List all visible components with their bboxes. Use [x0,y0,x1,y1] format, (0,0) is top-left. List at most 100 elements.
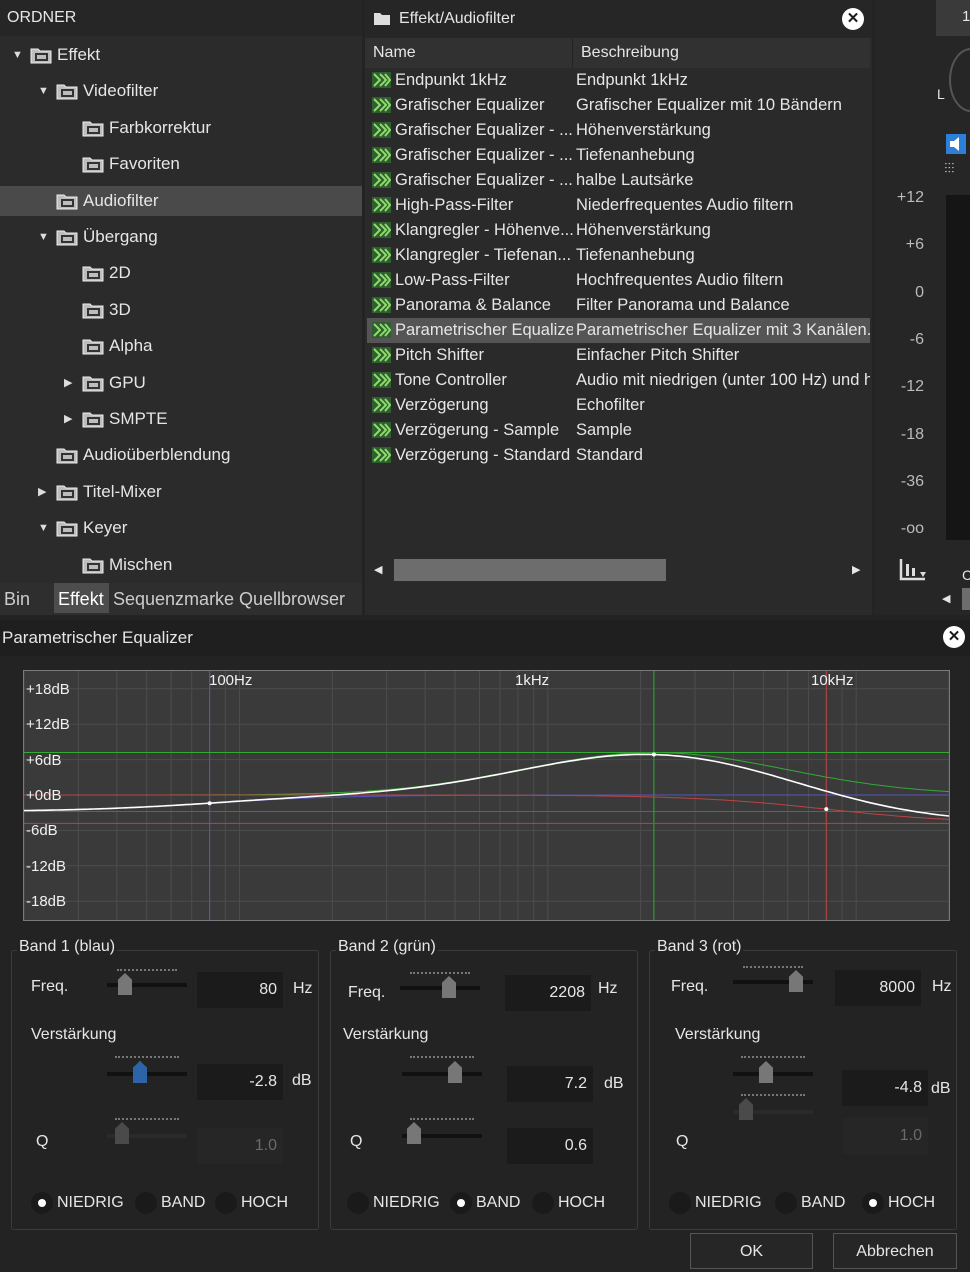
column-header-name[interactable]: Name [373,38,416,68]
audio-meter-panel: 1 L ⫶⫶⫶ +12 +6 0 -6 -12 -18 -36 -oo C ◀ [874,0,970,615]
effect-list-row[interactable]: Panorama & Balance Filter Panorama und Ba… [367,293,870,318]
tab-quellbrowser[interactable]: Quellbrowser [239,583,359,613]
folder-tree-item[interactable]: 3D [0,295,362,325]
expand-down-icon[interactable]: ▼ [38,76,50,106]
scroll-right-icon[interactable]: ▶ [852,563,860,576]
filter-type-radio-hoch[interactable] [862,1192,884,1214]
effect-list-panel: Effekt/Audiofilter ✕ Name Beschreibung E… [365,0,872,615]
filter-type-radio-hoch[interactable] [215,1192,237,1214]
folder-tree-item[interactable]: Alpha [0,331,362,361]
filter-type-radio-band[interactable] [775,1192,797,1214]
effect-list-row[interactable]: Low-Pass-Filter Hochfrequentes Audio filt… [367,268,870,293]
folder-tree-item[interactable]: ▶ SMPTE [0,404,362,434]
gain-input[interactable]: -2.8 [197,1064,283,1100]
effect-list-row[interactable]: Verzögerung - Standard Standard [367,443,870,468]
band-handle[interactable] [651,752,656,757]
effect-name: Grafischer Equalizer [395,96,545,114]
folder-tree-item[interactable]: Audioüberblendung [0,440,362,470]
effect-list-row[interactable]: Pitch Shifter Einfacher Pitch Shifter [367,343,870,368]
audio-effect-icon [372,447,391,463]
column-divider[interactable] [572,38,573,68]
folder-tree-item[interactable]: Farbkorrektur [0,113,362,143]
freq-input[interactable]: 80 [197,972,283,1008]
gain-slider-track[interactable] [402,1072,482,1076]
effect-list-row[interactable]: Grafischer Equalizer - ... Höhenverstärku… [367,118,870,143]
folder-tree-label: Audiofilter [83,190,159,210]
pan-knob[interactable] [949,48,970,112]
q-input[interactable]: 1.0 [842,1118,928,1154]
close-icon[interactable]: ✕ [842,8,864,30]
eq-graph-canvas[interactable] [24,671,949,920]
filter-type-radio-band[interactable] [135,1192,157,1214]
band-handle[interactable] [207,801,212,806]
scrollbar-thumb[interactable] [394,559,666,581]
effect-list-row[interactable]: Parametrischer Equalizer Parametrischer E… [367,318,870,343]
effect-description: Standard [576,446,643,464]
effect-list-row[interactable]: Grafischer Equalizer - ... Tiefenanhebung [367,143,870,168]
freq-input[interactable]: 2208 [505,975,591,1011]
band2-curve [24,752,949,796]
gain-slider-track[interactable] [107,1072,187,1076]
folder-icon [82,558,104,574]
horizontal-scrollbar[interactable]: ◀ ▶ [365,555,870,585]
ok-button[interactable]: OK [690,1233,813,1269]
expand-down-icon[interactable]: ▼ [38,513,50,543]
folder-tree-item[interactable]: Mischen [0,550,362,580]
effect-list-row[interactable]: Klangregler - Höhenve... Höhenverstärkung [367,218,870,243]
meter-scrollbar-thumb[interactable] [962,588,970,610]
folder-tree-item[interactable]: 2D [0,258,362,288]
dialog-close-icon[interactable]: ✕ [943,626,965,648]
folder-tree-item[interactable]: ▶ Titel-Mixer [0,477,362,507]
effect-list-row[interactable]: Endpunkt 1kHz Endpunkt 1kHz [367,68,870,93]
effect-list-row[interactable]: Klangregler - Tiefenan... Tiefenanhebung [367,243,870,268]
tab-sequenzmarke[interactable]: Sequenzmarke [113,583,235,613]
meter-top-label: 1 [962,8,970,25]
gain-slider-track[interactable] [733,1072,813,1076]
speaker-icon[interactable] [946,134,966,154]
meter-settings-icon[interactable] [898,556,928,584]
tab-bin[interactable]: Bin [4,583,52,613]
band-handle[interactable] [824,807,829,812]
effect-list-row[interactable]: Tone Controller Audio mit niedrigen (unte… [367,368,870,393]
effect-list-row[interactable]: Verzögerung - Sample Sample [367,418,870,443]
folder-tree-item[interactable]: ▼ Videofilter [0,76,362,106]
eq-response-graph[interactable]: +18dB +12dB +6dB +0dB -6dB -12dB -18dB 1… [23,670,950,921]
effect-list-row[interactable]: Grafischer Equalizer - ... halbe Lautsärk… [367,168,870,193]
gain-input[interactable]: 7.2 [507,1066,593,1102]
cancel-button[interactable]: Abbrechen [833,1233,957,1269]
mixer-icon[interactable]: ⫶⫶⫶ [944,160,955,177]
scroll-left-icon[interactable]: ◀ [374,563,382,576]
expand-down-icon[interactable]: ▼ [12,40,24,70]
filter-type-radio-band[interactable] [450,1192,472,1214]
folder-icon [56,230,78,246]
filter-type-radio-niedrig[interactable] [669,1192,691,1214]
filter-type-radio-niedrig[interactable] [347,1192,369,1214]
expand-down-icon[interactable]: ▼ [38,222,50,252]
effect-list-row[interactable]: Grafischer Equalizer Grafischer Equalizer… [367,93,870,118]
column-header-description[interactable]: Beschreibung [581,38,679,68]
filter-type-radio-hoch[interactable] [532,1192,554,1214]
level-meter [946,195,970,540]
freq-slider-track[interactable] [400,986,480,990]
meter-scroll-left-icon[interactable]: ◀ [942,592,950,605]
freq-input[interactable]: 8000 [835,970,921,1006]
folder-tree-item[interactable]: ▼ Keyer [0,513,362,543]
folder-tree-item[interactable]: ▶ GPU [0,368,362,398]
folder-tree-item[interactable]: ▼ Übergang [0,222,362,252]
expand-right-icon[interactable]: ▶ [64,404,76,434]
filter-type-radio-niedrig[interactable] [31,1192,53,1214]
effect-list-row[interactable]: High-Pass-Filter Niederfrequentes Audio f… [367,193,870,218]
expand-right-icon[interactable]: ▶ [64,368,76,398]
folder-tree-item[interactable]: ▼ Effekt [0,40,362,70]
expand-right-icon[interactable]: ▶ [38,477,50,507]
band-title: Band 2 (grün) [336,938,438,956]
freq-unit: Hz [932,978,952,995]
gain-input[interactable]: -4.8 [842,1070,928,1106]
folder-tree-item[interactable]: Audiofilter [0,185,362,216]
q-input[interactable]: 1.0 [197,1128,283,1164]
audio-effect-icon [372,322,391,338]
effect-list-row[interactable]: Verzögerung Echofilter [367,393,870,418]
tab-effekt[interactable]: Effekt [54,583,109,613]
folder-tree-item[interactable]: Favoriten [0,149,362,179]
q-input[interactable]: 0.6 [507,1128,593,1164]
